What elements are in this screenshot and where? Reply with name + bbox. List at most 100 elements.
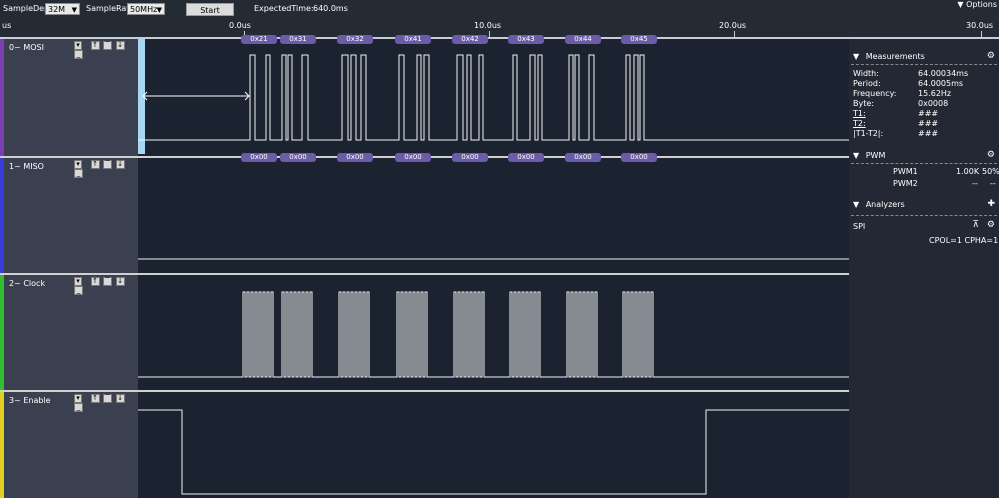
- measurement-label: Frequency:: [853, 89, 897, 98]
- miso-bus-value[interactable]: 0x00: [241, 153, 277, 162]
- measurement-value: 64.00034ms: [918, 69, 969, 78]
- analyzer-params: CPOL=1 CPHA=1: [929, 236, 999, 245]
- toolbar: SampleDepth 32M ▼ SampleRate 50MHz ▼ Sta…: [0, 0, 999, 17]
- pwm-freq: --: [972, 179, 978, 188]
- falling-edge-icon[interactable]: ↓: [115, 160, 125, 169]
- miso-bus-value[interactable]: 0x00: [452, 153, 488, 162]
- miso-bus-value[interactable]: 0x00: [337, 153, 373, 162]
- divider: [851, 64, 997, 65]
- chevron-down-icon: ▼: [71, 6, 77, 14]
- ruler-unit: us: [2, 21, 12, 30]
- gear-icon[interactable]: ⚙: [987, 150, 995, 160]
- collapse-icon[interactable]: ▼: [853, 200, 859, 209]
- mosi-signal-line: [138, 54, 849, 141]
- analyzers-header[interactable]: ▼ Analyzers: [853, 200, 905, 209]
- miso-bus-value[interactable]: 0x00: [565, 153, 601, 162]
- low-level-icon[interactable]: _: [74, 403, 83, 412]
- channel-buttons: ▾ ↑ ‾ ↓ _: [74, 41, 138, 59]
- dropdown-icon[interactable]: ▾: [74, 41, 82, 50]
- measurement-label: Byte:: [853, 99, 874, 108]
- divider: [851, 215, 997, 216]
- high-level-icon[interactable]: ‾: [103, 41, 113, 50]
- high-level-icon[interactable]: ‾: [103, 160, 113, 169]
- chevron-down-icon: ▼: [957, 0, 964, 9]
- collapse-icon[interactable]: ▼: [853, 151, 859, 160]
- miso-bus-value[interactable]: 0x00: [395, 153, 431, 162]
- channel-header-miso[interactable]: 1~ MISO ▾ ↑ ‾ ↓ _: [0, 158, 138, 273]
- dropdown-icon[interactable]: ▾: [74, 277, 82, 286]
- mosi-bus-value[interactable]: 0x41: [395, 35, 431, 44]
- mosi-waveform: [138, 54, 849, 141]
- measurement-value: ###: [918, 129, 939, 138]
- measurement-value: ###: [918, 119, 939, 128]
- channel-name: 0~ MOSI: [9, 43, 44, 52]
- mosi-bus-value[interactable]: 0x44: [565, 35, 601, 44]
- mosi-bus-value[interactable]: 0x43: [508, 35, 544, 44]
- dropdown-icon[interactable]: ▾: [74, 160, 82, 169]
- measurement-label: T1:: [853, 109, 866, 118]
- low-level-icon[interactable]: _: [74, 169, 83, 178]
- rising-edge-icon[interactable]: ↑: [90, 277, 100, 286]
- collapse-icon[interactable]: ▼: [853, 52, 859, 61]
- chevron-down-icon: ▼: [156, 6, 162, 14]
- sample-depth-select[interactable]: 32M ▼: [45, 3, 80, 15]
- right-panel: ▼ Measurements ⚙ Width: 64.00034ms Perio…: [849, 39, 999, 498]
- gear-icon[interactable]: ⚙: [987, 51, 995, 61]
- sample-depth-value: 32M: [48, 5, 66, 14]
- falling-edge-icon[interactable]: ↓: [115, 277, 125, 286]
- rising-edge-icon[interactable]: ↑: [90, 41, 100, 50]
- channel-name: 3~ Enable: [9, 396, 51, 405]
- falling-edge-icon[interactable]: ↓: [115, 394, 125, 403]
- miso-bus-value[interactable]: 0x00: [280, 153, 316, 162]
- channel-header-clock[interactable]: 2~ Clock ▾ ↑ ‾ ↓ _: [0, 275, 138, 390]
- pwm-title: PWM: [865, 151, 886, 160]
- waveform-canvas[interactable]: [138, 39, 849, 498]
- mosi-bus-value[interactable]: 0x31: [280, 35, 316, 44]
- dropdown-icon[interactable]: ▾: [74, 394, 82, 403]
- rising-edge-icon[interactable]: ↑: [90, 160, 100, 169]
- options-label: Options: [966, 0, 997, 9]
- measurement-value: ###: [918, 109, 939, 118]
- add-analyzer-icon[interactable]: ✚: [987, 199, 995, 209]
- enable-waveform: [138, 409, 849, 495]
- remove-analyzer-icon[interactable]: ⊼: [972, 220, 979, 230]
- low-level-icon[interactable]: _: [74, 50, 83, 59]
- start-button[interactable]: Start: [186, 3, 234, 16]
- clock-signal-line: [138, 291, 849, 378]
- mosi-bus-value[interactable]: 0x45: [621, 35, 657, 44]
- pwm-header[interactable]: ▼ PWM: [853, 151, 885, 160]
- pwm-duty: --: [990, 179, 996, 188]
- analyzers-title: Analyzers: [865, 200, 905, 209]
- measurement-value: 64.0005ms: [918, 79, 964, 88]
- ruler-tick-label: 0.0us: [229, 21, 251, 30]
- low-level-icon[interactable]: _: [74, 286, 83, 295]
- pwm-label: PWM1: [893, 167, 918, 176]
- miso-bus-value[interactable]: 0x00: [508, 153, 544, 162]
- divider: [851, 163, 997, 164]
- mosi-bus-value[interactable]: 0x21: [241, 35, 277, 44]
- pwm-freq: 1.00K: [956, 167, 980, 176]
- mosi-bus-value[interactable]: 0x32: [337, 35, 373, 44]
- rising-edge-icon[interactable]: ↑: [90, 394, 100, 403]
- clock-waveform: [138, 291, 849, 378]
- high-level-icon[interactable]: ‾: [103, 394, 113, 403]
- channel-header-mosi[interactable]: 0~ MOSI ▾ ↑ ‾ ↓ _: [0, 39, 138, 156]
- sample-rate-select[interactable]: 50MHz ▼: [127, 3, 165, 15]
- options-menu[interactable]: ▼ Options: [957, 0, 997, 9]
- channel-color-bar: [0, 158, 4, 273]
- mosi-bus-value[interactable]: 0x42: [452, 35, 488, 44]
- channel-color-bar: [0, 392, 4, 498]
- sample-rate-value: 50MHz: [130, 5, 158, 14]
- channel-buttons: ▾ ↑ ‾ ↓ _: [74, 394, 138, 412]
- high-level-icon[interactable]: ‾: [103, 277, 113, 286]
- channel-name: 2~ Clock: [9, 279, 46, 288]
- channel-header-enable[interactable]: 3~ Enable ▾ ↑ ‾ ↓ _: [0, 392, 138, 498]
- falling-edge-icon[interactable]: ↓: [115, 41, 125, 50]
- miso-bus-value[interactable]: 0x00: [621, 153, 657, 162]
- measurement-value: 0x0008: [918, 99, 949, 108]
- time-ruler[interactable]: us 0.0us 10.0us 20.0us 30.0us: [0, 17, 999, 39]
- gear-icon[interactable]: ⚙: [987, 220, 995, 230]
- enable-signal-line: [138, 409, 849, 495]
- measurements-header[interactable]: ▼ Measurements: [853, 52, 925, 61]
- measurement-label: Width:: [853, 69, 879, 78]
